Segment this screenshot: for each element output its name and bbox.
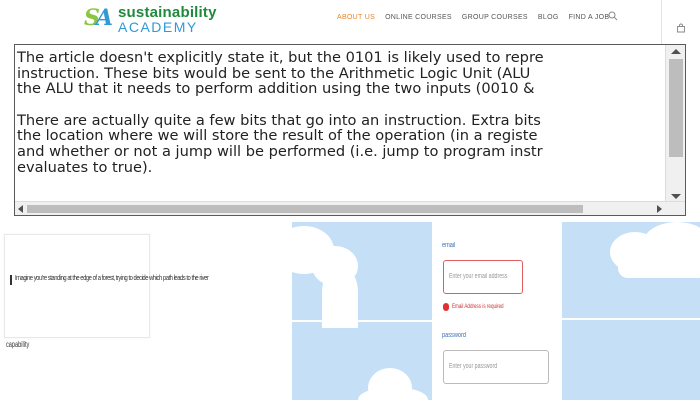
search-icon[interactable] xyxy=(608,11,618,21)
error-icon xyxy=(443,303,449,311)
shopping-bag-icon[interactable] xyxy=(676,23,686,33)
cloud-shape xyxy=(358,388,428,400)
nav-find-a-job[interactable]: FIND A JOB xyxy=(569,12,610,24)
nav-group-courses[interactable]: GROUP COURSES xyxy=(462,12,528,24)
text-cursor-bar xyxy=(10,275,12,285)
scroll-left-arrow-icon[interactable] xyxy=(18,205,23,213)
scroll-up-arrow-icon[interactable] xyxy=(671,49,681,54)
site-logo[interactable]: SA sustainability ACADEMY xyxy=(84,2,224,36)
horizontal-scrollbar[interactable] xyxy=(15,201,685,215)
horizontal-scroll-thumb[interactable] xyxy=(27,205,583,213)
cloud-shape xyxy=(322,268,358,328)
login-form: email Enter your email address Email Add… xyxy=(432,216,560,400)
article-line: evaluates to true). xyxy=(17,158,153,176)
header-divider xyxy=(661,0,662,44)
sky-image-right xyxy=(562,222,700,400)
nav-about-us[interactable]: ABOUT US xyxy=(337,12,375,24)
fragment-text: Imagine you're standing at the edge of a… xyxy=(15,273,209,282)
article-zoom-pane[interactable]: The article doesn't explicitly state it,… xyxy=(14,44,686,216)
nav-online-courses[interactable]: ONLINE COURSES xyxy=(385,12,452,24)
main-nav: ABOUT US ONLINE COURSES GROUP COURSES BL… xyxy=(337,12,619,24)
email-error-text: Email Address is required xyxy=(452,303,504,310)
logo-mark: SA xyxy=(84,5,113,31)
vertical-scrollbar[interactable] xyxy=(665,45,685,203)
cloud-shape xyxy=(618,256,700,278)
text-fragment-card: Imagine you're standing at the edge of a… xyxy=(4,234,209,338)
nav-blog[interactable]: BLOG xyxy=(538,12,559,24)
email-label: email xyxy=(442,242,456,249)
article-line: the location where we will store the res… xyxy=(17,127,538,145)
article-text: The article doesn't explicitly state it,… xyxy=(17,49,685,191)
email-field[interactable]: Enter your email address xyxy=(443,260,523,294)
password-field[interactable]: Enter your password xyxy=(443,350,549,384)
article-line: the ALU that it needs to perform additio… xyxy=(17,80,535,98)
password-placeholder: Enter your password xyxy=(449,363,498,370)
article-line: instruction. These bits would be sent to… xyxy=(17,64,531,82)
vertical-scroll-thumb[interactable] xyxy=(669,59,683,157)
scroll-right-arrow-icon[interactable] xyxy=(657,205,662,213)
password-label: password xyxy=(442,332,466,339)
scroll-down-arrow-icon[interactable] xyxy=(671,194,681,199)
horizon-line xyxy=(292,320,432,322)
sky-image-left xyxy=(292,222,432,400)
article-line: There are actually quite a few bits that… xyxy=(17,111,541,129)
site-header: SA sustainability ACADEMY ABOUT US ONLIN… xyxy=(0,0,700,44)
article-paragraph-2: There are actually quite a few bits that… xyxy=(17,111,685,176)
logo-name-bottom: ACADEMY xyxy=(118,19,198,35)
article-paragraph-1: The article doesn't explicitly state it,… xyxy=(17,49,685,98)
horizon-line xyxy=(562,318,700,320)
email-placeholder: Enter your email address xyxy=(449,273,508,280)
article-line: The article doesn't explicitly state it,… xyxy=(17,49,544,66)
article-line: and whether or not a jump will be perfor… xyxy=(17,142,543,160)
fragment-word: capability xyxy=(6,340,30,349)
